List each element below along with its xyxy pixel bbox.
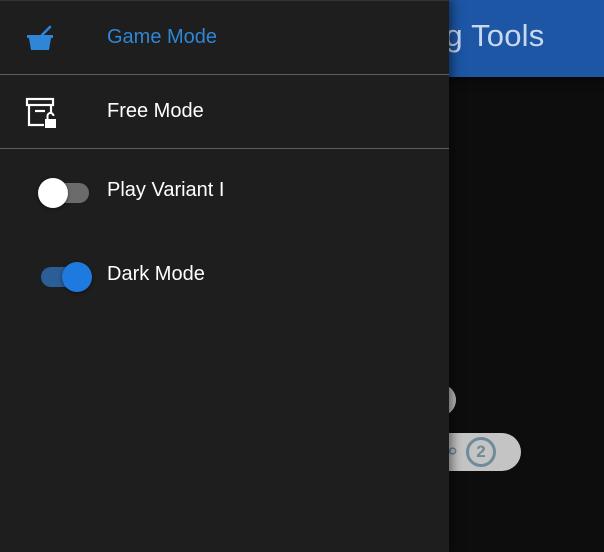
drawer-item-free-mode[interactable]: Free Mode <box>0 76 449 148</box>
drawer-item-game-mode[interactable]: Game Mode <box>0 1 449 74</box>
switch-thumb[interactable] <box>62 262 92 292</box>
drawer-item-label: Free Mode <box>107 100 204 122</box>
archive-unlock-icon <box>24 96 60 135</box>
divider <box>0 148 449 149</box>
app-root: Arg Tools ⚯ 2 Game Mode <box>0 0 604 552</box>
divider <box>0 74 449 75</box>
toggle-label: Dark Mode <box>107 263 205 285</box>
toggle-play-variant[interactable]: Play Variant I <box>0 161 449 221</box>
switch-thumb[interactable] <box>38 178 68 208</box>
pot-icon <box>24 25 56 58</box>
chip-number-badge: 2 <box>466 437 496 467</box>
toggle-dark-mode[interactable]: Dark Mode <box>0 245 449 305</box>
dark-mode-switch[interactable] <box>38 261 94 292</box>
toggle-label: Play Variant I <box>107 179 225 201</box>
navigation-drawer: Game Mode Free Mode Play Variant I Dark … <box>0 0 449 552</box>
drawer-item-label: Game Mode <box>107 26 218 48</box>
play-variant-switch[interactable] <box>38 177 94 208</box>
